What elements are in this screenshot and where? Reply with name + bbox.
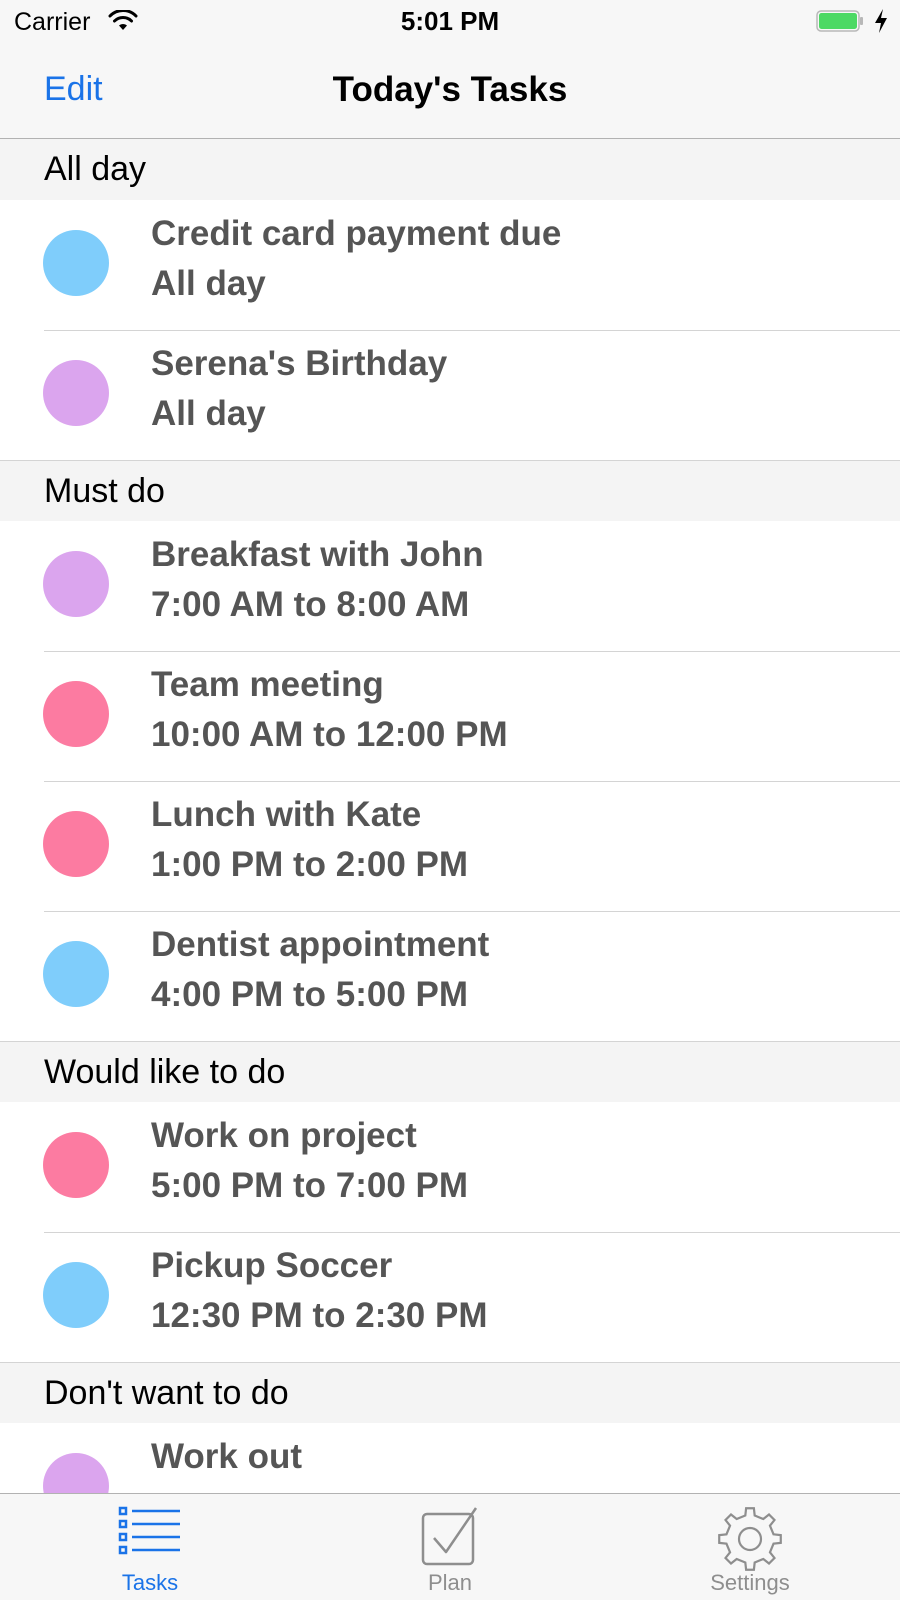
section-header: Don't want to do — [0, 1362, 900, 1423]
task-color-dot — [43, 1262, 109, 1328]
task-row[interactable]: Pickup Soccer 12:30 PM to 2:30 PM — [0, 1232, 900, 1362]
tab-bar: Tasks Plan Settings — [0, 1493, 900, 1600]
task-title: Work on project — [151, 1116, 417, 1155]
tab-plan[interactable]: Plan — [300, 1494, 600, 1600]
page-title: Today's Tasks — [332, 70, 568, 109]
task-title: Work out — [151, 1437, 303, 1476]
status-bar: Carrier 5:01 PM — [0, 0, 900, 44]
gear-icon — [718, 1507, 782, 1571]
row-separator — [44, 651, 900, 652]
task-row[interactable]: Lunch with Kate 1:00 PM to 2:00 PM — [0, 781, 900, 911]
task-color-dot — [43, 1132, 109, 1198]
list-icon — [118, 1506, 180, 1555]
task-title: Dentist appointment — [151, 925, 490, 964]
row-separator — [44, 1232, 900, 1233]
battery-icon — [816, 10, 863, 32]
navigation-bar: Today's Tasks Edit — [0, 44, 900, 139]
task-color-dot — [43, 811, 109, 877]
task-color-dot — [43, 551, 109, 617]
task-time: 1:00 PM to 2:00 PM — [151, 845, 469, 884]
row-separator — [44, 330, 900, 331]
section-title: Must do — [44, 472, 165, 510]
tab-tasks[interactable]: Tasks — [0, 1494, 300, 1600]
task-title: Lunch with Kate — [151, 795, 422, 834]
section-header: Would like to do — [0, 1041, 900, 1102]
task-color-dot — [43, 360, 109, 426]
task-title: Team meeting — [151, 665, 384, 704]
task-row[interactable]: Team meeting 10:00 AM to 12:00 PM — [0, 651, 900, 781]
task-table[interactable]: All day Credit card payment due All day Ser… — [0, 139, 900, 1553]
checkbox-icon — [421, 1507, 478, 1566]
task-time: 7:00 AM to 8:00 AM — [151, 585, 470, 624]
section-title: All day — [44, 150, 147, 188]
row-separator — [44, 781, 900, 782]
section-header: Must do — [0, 460, 900, 521]
task-color-dot — [43, 681, 109, 747]
screen: Carrier 5:01 PM Today's Tasks Edit All d… — [0, 0, 900, 1600]
task-color-dot — [43, 941, 109, 1007]
task-row[interactable]: Serena's Birthday All day — [0, 330, 900, 460]
task-time: 12:30 PM to 2:30 PM — [151, 1296, 488, 1335]
task-time: All day — [151, 264, 266, 303]
task-title: Pickup Soccer — [151, 1246, 393, 1285]
section-title: Would like to do — [44, 1053, 286, 1091]
task-title: Credit card payment due — [151, 214, 562, 253]
task-time: All day — [151, 394, 266, 433]
task-title: Breakfast with John — [151, 535, 484, 574]
task-time: 10:00 AM to 12:00 PM — [151, 715, 508, 754]
task-title: Serena's Birthday — [151, 344, 448, 383]
charging-bolt-icon — [875, 9, 887, 33]
task-time: 5:00 PM to 7:00 PM — [151, 1166, 469, 1205]
task-row[interactable]: Credit card payment due All day — [0, 200, 900, 330]
section-title: Don't want to do — [44, 1374, 289, 1412]
edit-button[interactable]: Edit — [44, 70, 103, 109]
task-time: 4:00 PM to 5:00 PM — [151, 975, 469, 1014]
tab-settings[interactable]: Settings — [600, 1494, 900, 1600]
section-header: All day — [0, 139, 900, 200]
tab-label-plan: Plan — [427, 1570, 473, 1595]
task-color-dot — [43, 230, 109, 296]
row-separator — [44, 911, 900, 912]
task-row[interactable]: Work on project 5:00 PM to 7:00 PM — [0, 1102, 900, 1232]
tab-label-tasks: Tasks — [121, 1570, 179, 1595]
task-row[interactable]: Dentist appointment 4:00 PM to 5:00 PM — [0, 911, 900, 1041]
tab-label-settings: Settings — [710, 1570, 790, 1595]
task-row[interactable]: Breakfast with John 7:00 AM to 8:00 AM — [0, 521, 900, 651]
status-time: 5:01 PM — [400, 6, 500, 36]
